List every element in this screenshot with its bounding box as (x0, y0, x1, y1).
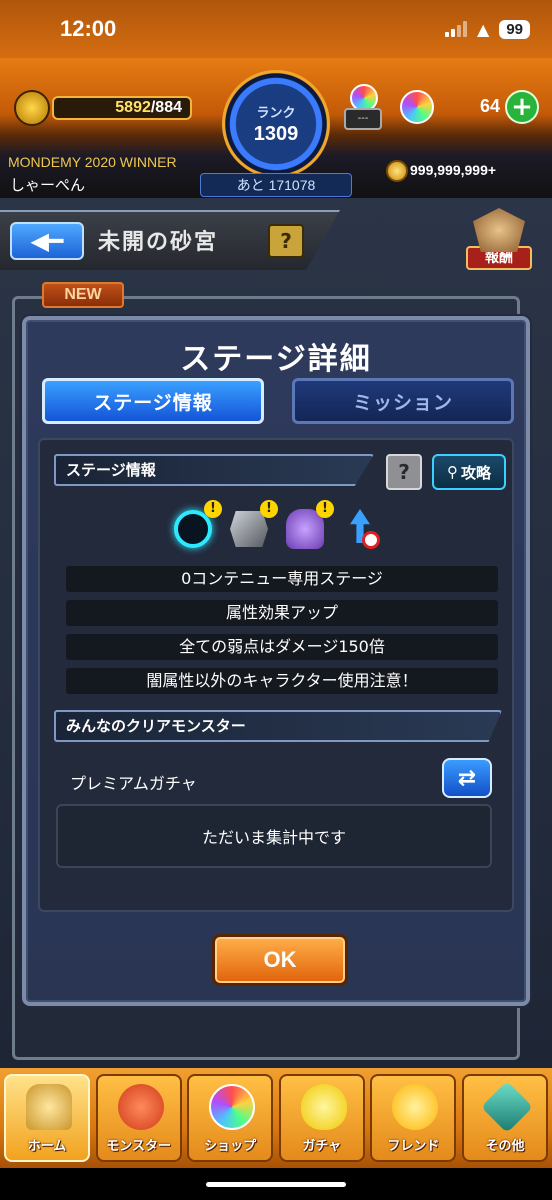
nav-help-button[interactable]: ? (268, 224, 304, 258)
swap-arrows-icon: ⇄ (457, 765, 477, 791)
info-row: 闇属性以外のキャラクター使用注意！ (66, 668, 498, 694)
speed-down-icon[interactable] (342, 506, 382, 550)
block-icon[interactable]: ! (230, 500, 278, 550)
stamina-max: /884 (150, 99, 182, 116)
coin-icon (386, 160, 408, 182)
nav-label: モンスター (106, 1139, 171, 1154)
help-button[interactable]: ? (386, 454, 422, 490)
bottom-nav: ホーム モンスター ショップ ガチャ フレンド その他 (0, 1068, 552, 1168)
tab-mission[interactable]: ミッション (292, 378, 514, 424)
nav-home[interactable]: ホーム (4, 1074, 90, 1162)
swap-button[interactable]: ⇄ (442, 758, 492, 798)
home-indicator[interactable] (206, 1182, 346, 1187)
player-name: しゃーぺん (10, 176, 86, 194)
stamina-icon (14, 90, 50, 126)
rank-value: 1309 (253, 123, 299, 145)
orb-count: 64 (479, 96, 500, 116)
nav-shop[interactable]: ショップ (187, 1074, 274, 1162)
ok-button[interactable]: OK (212, 934, 348, 986)
monster-icon (117, 1084, 164, 1130)
home-icon (26, 1084, 72, 1130)
nav-monster[interactable]: モンスター (95, 1074, 182, 1162)
gimmick-icons: ! ! ! (174, 500, 384, 556)
rank-badge[interactable]: ランク 1309 (222, 70, 330, 178)
reward-emblem-icon (473, 208, 525, 252)
gacha-egg-icon (300, 1084, 347, 1130)
clear-monsters-header: みんなのクリアモンスター (54, 710, 502, 742)
stamina-bar: 5892 /884 (52, 96, 192, 120)
gacha-label: プレミアムガチャ (70, 774, 197, 793)
info-row: 全ての弱点はダメージ150倍 (66, 634, 498, 660)
nav-label: ショップ (204, 1139, 257, 1154)
tally-box: ただいま集計中です (56, 804, 492, 868)
nav-other[interactable]: その他 (461, 1074, 548, 1162)
nav-label: フレンド (387, 1139, 440, 1154)
coin-count: 999,999,999+ (410, 162, 497, 178)
tally-text: ただいま集計中です (201, 828, 346, 847)
new-tag: NEW (42, 282, 124, 308)
orb-icon (400, 90, 434, 124)
status-time: 12:00 (60, 16, 117, 41)
tab-stage-info[interactable]: ステージ情報 (42, 378, 264, 424)
stamina-current: 5892 (115, 99, 151, 116)
winner-title: MONDEMY 2020 WINNER (8, 154, 177, 170)
nav-gacha[interactable]: ガチャ (278, 1074, 365, 1162)
nav-label: ガチャ (302, 1139, 342, 1154)
rainbow-orb-icon (209, 1084, 256, 1130)
other-icon (480, 1080, 533, 1134)
strategy-label: 攻略 (460, 463, 491, 482)
stage-info-panel: ステージ情報 ? ⚲ 攻略 ! ! ! 0コンテニュー専用ステージ 属性効果アッ… (38, 438, 514, 912)
rank-label: ランク (256, 106, 296, 121)
friends-icon (392, 1084, 439, 1130)
rank-next-exp: あと 171078 (200, 173, 352, 197)
info-row: 属性効果アップ (66, 600, 498, 626)
back-button[interactable]: ◀━ (10, 222, 84, 260)
nav-friend[interactable]: フレンド (370, 1074, 457, 1162)
orb-stand-icon[interactable]: --- (344, 84, 384, 132)
wifi-icon: ▲ (477, 19, 490, 39)
buy-orb-button[interactable]: + (505, 90, 539, 124)
info-row: 0コンテニュー専用ステージ (66, 566, 498, 592)
game-header: 5892 /884 ランク 1309 あと 171078 --- 64 + MO… (0, 58, 552, 198)
modal-title: ステージ詳細 (180, 342, 372, 377)
signal-icon (445, 21, 467, 37)
battery-icon: 99 (499, 19, 530, 39)
cannon-icon[interactable]: ! (286, 500, 334, 550)
stage-detail-modal: ステージ詳細 ステージ情報 ミッション ステージ情報 ? ⚲ 攻略 ! ! ! … (22, 316, 530, 1006)
nav-label: ホーム (27, 1139, 67, 1154)
orb-stand-value: --- (344, 108, 382, 130)
search-icon: ⚲ (446, 463, 458, 481)
barrier-ring-icon[interactable]: ! (174, 500, 222, 550)
stage-name: 未開の砂宮 (98, 230, 219, 255)
stage-info-header: ステージ情報 (54, 454, 374, 486)
nav-label: その他 (485, 1139, 525, 1154)
status-bar: 12:00 ▲ 99 (0, 0, 552, 58)
reward-button[interactable]: 報酬 (464, 208, 534, 276)
back-arrow-icon: ◀━ (30, 227, 64, 255)
status-indicators: ▲ 99 (445, 19, 530, 39)
strategy-button[interactable]: ⚲ 攻略 (432, 454, 506, 490)
